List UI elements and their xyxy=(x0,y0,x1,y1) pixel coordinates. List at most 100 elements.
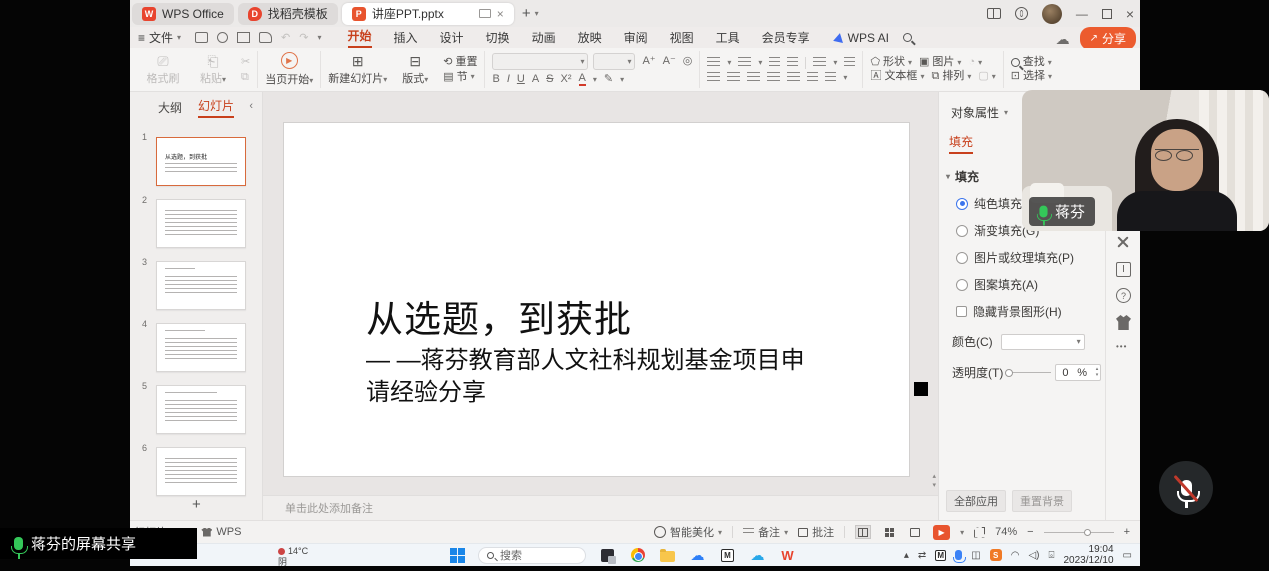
file-explorer-button[interactable] xyxy=(659,547,676,564)
selection-handle[interactable] xyxy=(914,382,928,396)
format-painter-button[interactable]: ⎚ 格式刷 xyxy=(141,54,185,86)
file-menu[interactable]: ≡ 文件 ▾ xyxy=(138,29,181,46)
notes-button[interactable]: 备注 ▾ xyxy=(743,524,788,540)
notes-bar[interactable]: 单击此处添加备注 xyxy=(263,495,938,520)
decrease-indent-icon[interactable] xyxy=(769,57,780,68)
arrange-button[interactable]: ⧉排列▾ xyxy=(931,71,971,82)
add-slide-button[interactable]: + xyxy=(192,496,201,513)
camera-icon[interactable]: ⌻ xyxy=(1048,550,1054,561)
slide-title[interactable]: 从选题，到获批 xyxy=(366,289,632,343)
option-picture-fill[interactable]: 图片或纹理填充(P) xyxy=(956,249,1105,266)
tab-docer-templates[interactable]: D 找稻壳模板 xyxy=(238,3,338,25)
zoom-out-button[interactable]: − xyxy=(1027,526,1033,538)
underline-button[interactable]: U xyxy=(517,74,525,85)
chrome-button[interactable] xyxy=(629,547,646,564)
close-tab-icon[interactable]: × xyxy=(497,8,504,20)
panel-layout-icon[interactable] xyxy=(1116,262,1131,277)
cloud-sync-icon[interactable]: ☁ xyxy=(1056,32,1070,46)
close-window-button[interactable]: × xyxy=(1126,7,1134,21)
increase-indent-icon[interactable] xyxy=(787,57,798,68)
shadow-button[interactable]: A xyxy=(532,74,539,85)
color-select[interactable]: ▾ xyxy=(1001,334,1085,350)
reset-background-button[interactable]: 重置背景 xyxy=(1012,490,1072,512)
tray-mic-icon[interactable] xyxy=(955,550,962,560)
slide-thumbnail-1[interactable]: 从选题，到获批 xyxy=(156,137,246,186)
slide-subtitle[interactable]: — —蒋芬教育部人文社科规划基金项目申请经验分享 xyxy=(366,345,818,409)
notification-icon[interactable]: ▭ xyxy=(1123,550,1132,561)
start-button[interactable] xyxy=(450,548,465,563)
previous-slide-button[interactable]: ▴ xyxy=(932,473,936,480)
increase-font-button[interactable]: A⁺ xyxy=(642,56,655,67)
zoom-in-button[interactable]: + xyxy=(1124,526,1130,538)
font-color-caret[interactable]: ▾ xyxy=(593,75,597,84)
slide-thumbnail-3[interactable] xyxy=(156,261,246,310)
layout-button[interactable]: ⊟ 版式▾ xyxy=(393,54,437,86)
cast-icon[interactable] xyxy=(479,9,491,18)
tab-document-active[interactable]: P 讲座PPT.pptx × xyxy=(342,3,514,25)
chart-button[interactable]: ◔▾ xyxy=(968,57,982,68)
tray-expand-icon[interactable]: ▴ xyxy=(904,550,909,561)
slide-thumbnail-4[interactable] xyxy=(156,323,246,372)
fullscreen-icon[interactable] xyxy=(974,527,985,538)
apply-all-button[interactable]: 全部应用 xyxy=(946,490,1006,512)
tab-slides[interactable]: 幻灯片 xyxy=(198,97,234,118)
superscript-button[interactable]: X² xyxy=(561,74,572,85)
line-spacing-icon[interactable] xyxy=(844,57,855,68)
normal-view-button[interactable] xyxy=(855,525,871,539)
sogou-input-icon[interactable]: S xyxy=(990,549,1002,561)
skin-icon[interactable] xyxy=(1116,315,1131,330)
menu-item-animation[interactable]: 动画 xyxy=(532,29,556,46)
tray-settings-icon[interactable]: ⇄ xyxy=(918,550,926,561)
save-icon[interactable] xyxy=(195,32,208,43)
tray-m-icon[interactable]: M xyxy=(935,550,946,561)
split-view-icon[interactable] xyxy=(987,8,1001,19)
wifi-icon[interactable]: ◠ xyxy=(1011,550,1020,561)
menu-item-member[interactable]: 会员专享 xyxy=(762,29,810,46)
webcam-video[interactable]: 蒋芬 xyxy=(1022,90,1269,231)
option-hide-background[interactable]: 隐藏背景图形(H) xyxy=(956,303,1105,320)
output-icon[interactable] xyxy=(217,32,228,43)
select-button[interactable]: ⊡选择▾ xyxy=(1011,71,1052,82)
minimize-button[interactable]: — xyxy=(1076,8,1088,20)
undo-icon[interactable]: ↶ xyxy=(281,31,290,44)
tab-list-caret-icon[interactable]: ▾ xyxy=(535,10,539,18)
comment-button[interactable]: 批注 xyxy=(798,524,834,540)
tools-icon[interactable] xyxy=(1116,235,1131,250)
new-tab-button[interactable]: + xyxy=(522,5,531,22)
wps-taskbar-button[interactable]: W xyxy=(779,547,796,564)
zoom-slider[interactable] xyxy=(1044,532,1114,533)
mute-button[interactable] xyxy=(1159,461,1213,515)
menu-item-slideshow[interactable]: 放映 xyxy=(578,29,602,46)
zoom-slider-thumb[interactable] xyxy=(1084,529,1091,536)
tab-wps-office[interactable]: W WPS Office xyxy=(132,3,234,25)
transparency-slider[interactable] xyxy=(1007,372,1051,373)
menu-item-tools[interactable]: 工具 xyxy=(716,29,740,46)
qat-caret-icon[interactable]: ▾ xyxy=(317,33,321,42)
paragraph-settings-icon[interactable] xyxy=(825,72,836,83)
next-slide-button[interactable]: ▾ xyxy=(932,482,936,489)
play-options-caret[interactable]: ▾ xyxy=(960,528,964,537)
m-app-button[interactable]: M xyxy=(719,547,736,564)
section-button[interactable]: ▤节▾ xyxy=(443,72,477,83)
tray-device-icon[interactable]: ◫ xyxy=(971,550,980,561)
wps-ai-button[interactable]: WPS AI xyxy=(834,31,889,45)
taskbar-search[interactable]: 搜索 xyxy=(478,547,586,564)
bullet-list-icon[interactable] xyxy=(707,57,720,68)
shapes-button[interactable]: ⬠形状▾ xyxy=(870,57,912,68)
fill-tab[interactable]: 填充 xyxy=(949,133,973,154)
preview-icon[interactable] xyxy=(259,32,272,43)
slideshow-play-button[interactable]: ▶ xyxy=(933,525,950,540)
globe-icon[interactable] xyxy=(1015,7,1028,20)
menu-item-review[interactable]: 审阅 xyxy=(624,29,648,46)
textbox-button[interactable]: 🄰文本框▾ xyxy=(870,71,924,82)
picture-button[interactable]: ▣图片▾ xyxy=(919,57,961,68)
more-icon[interactable]: ••• xyxy=(1116,342,1131,357)
spin-arrows-icon[interactable]: ▴▾ xyxy=(1096,367,1099,378)
play-from-current-button[interactable]: ▶ 当页开始▾ xyxy=(265,52,313,87)
slide-thumbnail-5[interactable] xyxy=(156,385,246,434)
cloud-app-button[interactable]: ☁ xyxy=(689,547,706,564)
slider-thumb[interactable] xyxy=(1005,369,1013,377)
menu-item-design[interactable]: 设计 xyxy=(440,29,464,46)
font-size-select[interactable]: ▾ xyxy=(593,53,635,70)
tab-outline[interactable]: 大纲 xyxy=(158,99,182,116)
